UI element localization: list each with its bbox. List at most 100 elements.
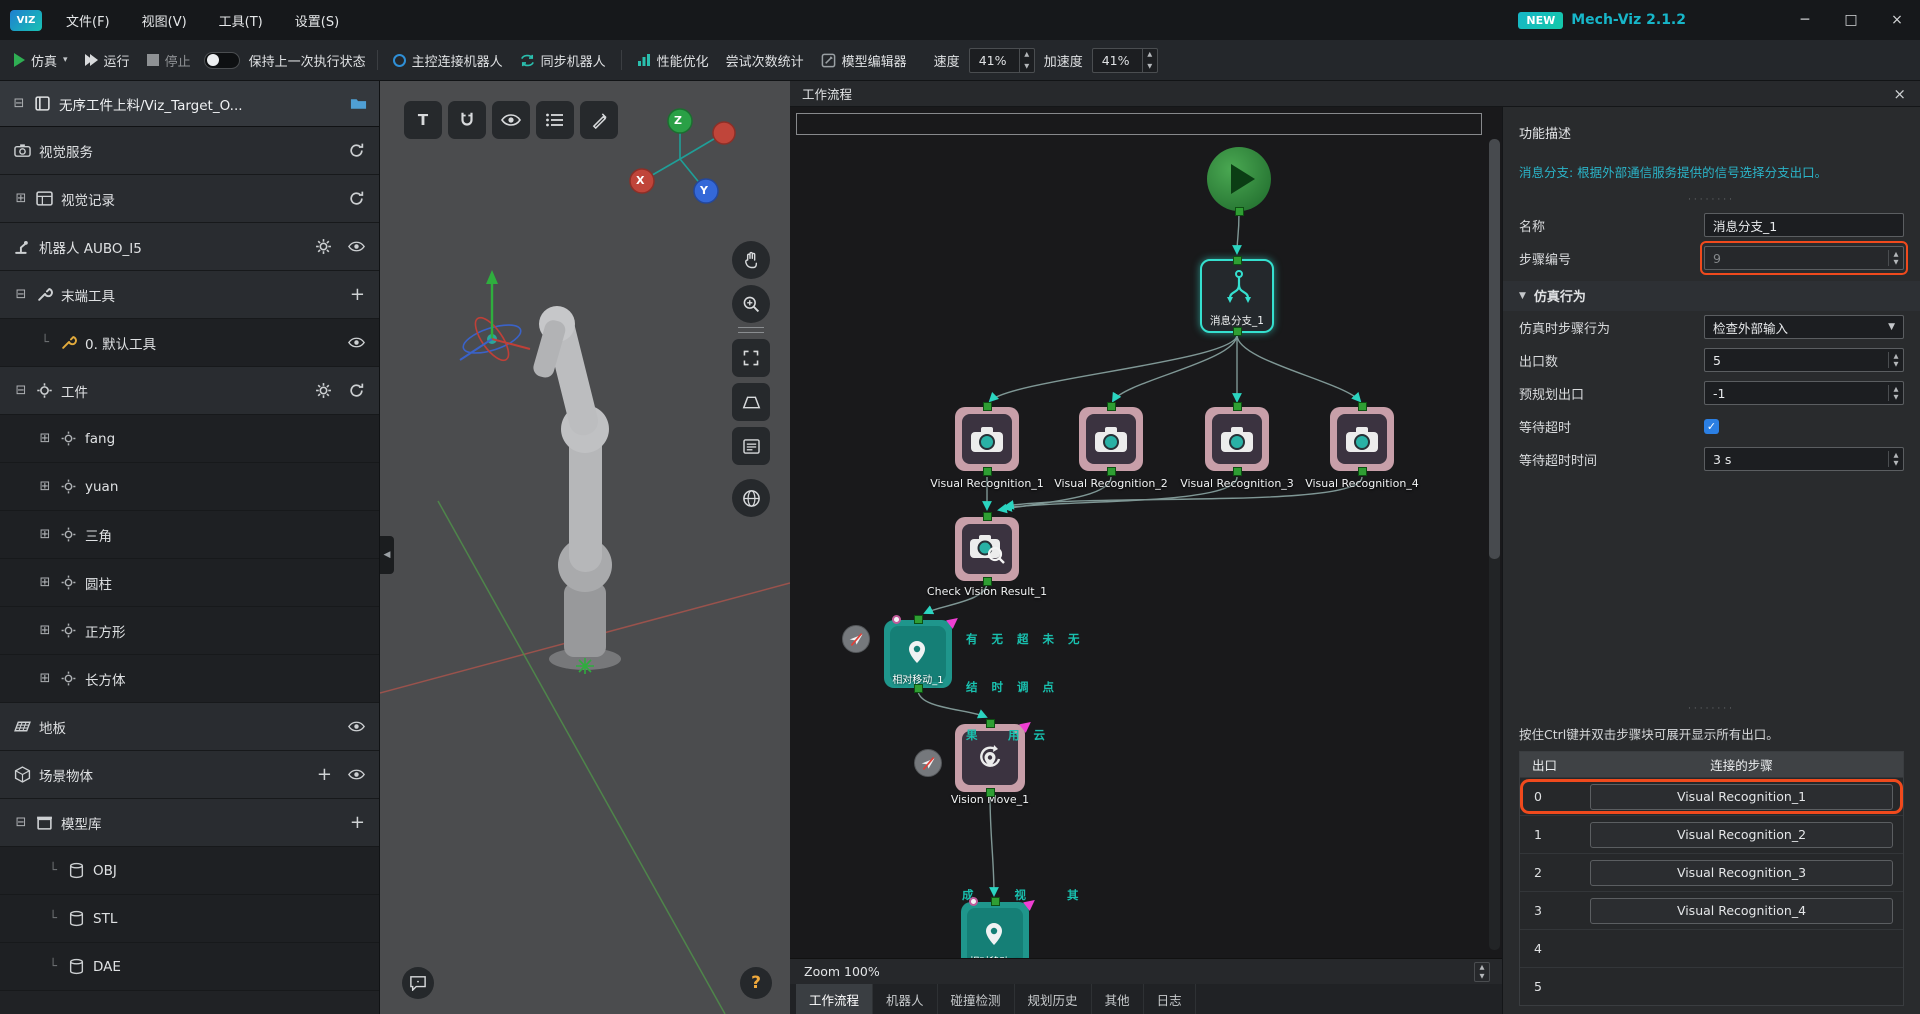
- output-port[interactable]: [986, 788, 995, 797]
- expand-icon[interactable]: ⊞: [38, 479, 52, 494]
- sidebar-item-workpieces[interactable]: ⊟ 工件: [0, 367, 379, 415]
- node-message-branch[interactable]: 消息分支_1: [1200, 259, 1274, 333]
- sidebar-item-model-library[interactable]: ⊟ 模型库 +: [0, 799, 379, 847]
- connected-step[interactable]: Visual Recognition_3: [1590, 860, 1893, 886]
- perspective-button[interactable]: [732, 383, 770, 421]
- node-check-vision-result[interactable]: [955, 517, 1019, 581]
- zoom-button[interactable]: [732, 285, 770, 323]
- label-toggle-button[interactable]: T: [404, 101, 442, 139]
- tab-plan-history[interactable]: 规划历史: [1015, 984, 1092, 1014]
- performance-button[interactable]: 性能优化: [633, 47, 713, 74]
- workflow-start-node[interactable]: [1207, 147, 1271, 211]
- viewport-3d[interactable]: Z X Y T: [380, 81, 790, 1014]
- edit-tools-button[interactable]: [580, 101, 618, 139]
- menu-settings[interactable]: 设置(S): [279, 0, 355, 40]
- plus-icon[interactable]: +: [350, 286, 365, 304]
- connected-step[interactable]: Visual Recognition_4: [1590, 898, 1893, 924]
- output-port[interactable]: [1233, 327, 1242, 336]
- sidebar-item-obj[interactable]: └ OBJ: [0, 847, 379, 895]
- spinner-arrows[interactable]: ▲▼: [1019, 49, 1034, 72]
- spinner-arrows[interactable]: ▲▼: [1888, 250, 1903, 266]
- input-port[interactable]: [1233, 256, 1242, 265]
- output-port[interactable]: [1107, 467, 1116, 476]
- spinner-arrows[interactable]: ▲▼: [1888, 352, 1903, 368]
- tab-others[interactable]: 其他: [1092, 984, 1144, 1014]
- folder-icon[interactable]: [350, 95, 367, 112]
- sidebar-item-square[interactable]: ⊞ 正方形: [0, 607, 379, 655]
- workflow-panel-header[interactable]: 工作流程 ×: [790, 81, 1920, 107]
- sidebar-item-triangle[interactable]: ⊞ 三角: [0, 511, 379, 559]
- collapse-panel-handle[interactable]: ◀: [380, 536, 394, 574]
- axis-z-label[interactable]: Z: [674, 114, 682, 127]
- connected-step[interactable]: Visual Recognition_2: [1590, 822, 1893, 848]
- no-send-icon[interactable]: [842, 625, 870, 653]
- output-port[interactable]: [1233, 467, 1242, 476]
- menu-tools[interactable]: 工具(T): [203, 0, 279, 40]
- expand-icon[interactable]: ⊞: [38, 527, 52, 542]
- axis-y-label[interactable]: Y: [700, 184, 708, 197]
- simulate-button[interactable]: 仿真 ▾: [10, 47, 72, 74]
- tab-robot[interactable]: 机器人: [873, 984, 938, 1014]
- sidebar-item-dae[interactable]: └ DAE: [0, 943, 379, 991]
- magnet-button[interactable]: [448, 101, 486, 139]
- node-relative-move-1[interactable]: ▶ 相对移动_1: [884, 620, 952, 688]
- table-row[interactable]: 4: [1520, 929, 1903, 967]
- output-port[interactable]: [914, 684, 923, 693]
- refresh-icon[interactable]: [348, 190, 365, 207]
- table-row[interactable]: 5: [1520, 967, 1903, 1005]
- sidebar-item-vision-service[interactable]: 视觉服务: [0, 127, 379, 175]
- model-editor-button[interactable]: 模型编辑器: [817, 47, 911, 74]
- table-row[interactable]: 1 Visual Recognition_2: [1520, 815, 1903, 853]
- sidebar-item-vision-records[interactable]: ⊞ 视觉记录: [0, 175, 379, 223]
- expand-icon[interactable]: ⊞: [14, 191, 28, 206]
- project-header[interactable]: ⊟ 无序工件上料/Viz_Target_O...: [0, 81, 379, 127]
- expand-icon[interactable]: ⊞: [38, 575, 52, 590]
- menu-view[interactable]: 视图(V): [126, 0, 203, 40]
- gear-icon[interactable]: [315, 238, 332, 255]
- expand-icon[interactable]: ⊞: [38, 431, 52, 446]
- output-port[interactable]: [983, 577, 992, 586]
- close-icon[interactable]: ×: [1891, 85, 1908, 103]
- speed-spinner[interactable]: 41% ▲▼: [969, 48, 1035, 73]
- wait-timeout-checkbox[interactable]: ✓: [1704, 419, 1719, 434]
- menu-file[interactable]: 文件(F): [50, 0, 126, 40]
- table-row[interactable]: 2 Visual Recognition_3: [1520, 853, 1903, 891]
- sidebar-item-default-tool[interactable]: └ 0. 默认工具: [0, 319, 379, 367]
- outlet-count-spinner[interactable]: 5 ▲▼: [1704, 348, 1904, 372]
- preplan-outlet-spinner[interactable]: -1 ▲▼: [1704, 381, 1904, 405]
- no-send-icon[interactable]: [914, 749, 942, 777]
- sidebar-item-robot[interactable]: 机器人 AUBO_I5: [0, 223, 379, 271]
- refresh-icon[interactable]: [348, 142, 365, 159]
- sidebar-item-fang[interactable]: ⊞ fang: [0, 415, 379, 463]
- input-port[interactable]: [991, 897, 1000, 906]
- attempt-stats-button[interactable]: 尝试次数统计: [722, 47, 808, 74]
- input-port[interactable]: [1233, 402, 1242, 411]
- tab-workflow[interactable]: 工作流程: [796, 984, 873, 1014]
- collapse-icon[interactable]: ⊟: [14, 383, 28, 398]
- node-visual-recognition-1[interactable]: [955, 407, 1019, 471]
- refresh-icon[interactable]: [348, 382, 365, 399]
- node-visual-recognition-2[interactable]: [1079, 407, 1143, 471]
- eye-icon[interactable]: [348, 334, 365, 351]
- plus-icon[interactable]: +: [317, 766, 332, 784]
- comment-button[interactable]: [402, 967, 434, 999]
- node-visual-recognition-3[interactable]: [1205, 407, 1269, 471]
- sidebar-item-cuboid[interactable]: ⊞ 长方体: [0, 655, 379, 703]
- spinner-arrows[interactable]: ▲▼: [1142, 49, 1157, 72]
- collapse-icon[interactable]: ⊟: [12, 96, 26, 111]
- help-button[interactable]: ?: [740, 967, 772, 999]
- table-row[interactable]: 0 Visual Recognition_1: [1520, 777, 1903, 815]
- input-port[interactable]: [986, 719, 995, 728]
- table-row[interactable]: 3 Visual Recognition_4: [1520, 891, 1903, 929]
- sidebar-item-scene-objects[interactable]: 场景物体 +: [0, 751, 379, 799]
- input-port[interactable]: [983, 402, 992, 411]
- sidebar-item-cylinder[interactable]: ⊞ 圆柱: [0, 559, 379, 607]
- axis-x-label[interactable]: X: [636, 174, 644, 187]
- sidebar-item-floor[interactable]: 地板: [0, 703, 379, 751]
- maximize-button[interactable]: □: [1828, 0, 1874, 40]
- plus-icon[interactable]: +: [350, 814, 365, 832]
- workflow-canvas[interactable]: 消息分支_1 Visual Recognition_1: [790, 107, 1502, 958]
- name-input[interactable]: 消息分支_1: [1704, 213, 1904, 237]
- step-number-spinner[interactable]: 9 ▲▼: [1704, 246, 1904, 270]
- sim-behavior-dropdown[interactable]: 检查外部输入▼: [1704, 315, 1904, 339]
